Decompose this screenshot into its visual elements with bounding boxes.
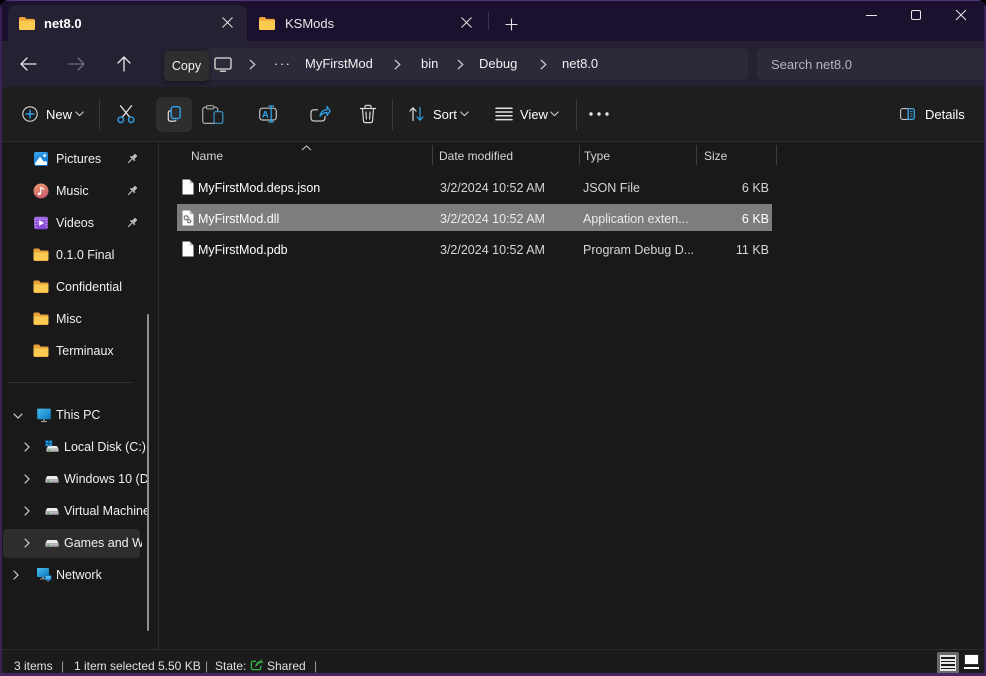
svg-text:A: A (262, 110, 269, 121)
